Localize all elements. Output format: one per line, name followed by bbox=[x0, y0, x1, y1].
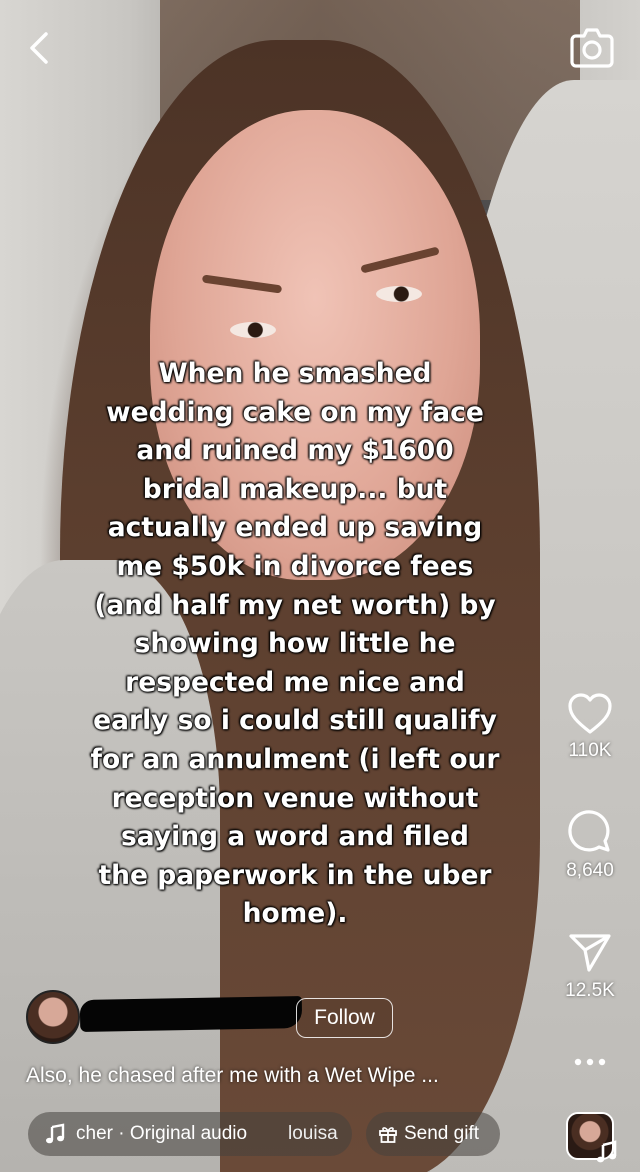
caption-line: early so i could still qualify bbox=[93, 705, 497, 737]
redacted-username bbox=[79, 996, 303, 1032]
caption-line: for an annulment (i left our bbox=[90, 743, 500, 775]
follow-button[interactable]: Follow bbox=[296, 998, 393, 1038]
caption-line: saying a word and filed bbox=[121, 821, 469, 853]
music-note-icon bbox=[596, 1140, 617, 1163]
audio-title: cher · Original audio bbox=[76, 1123, 248, 1144]
post-description[interactable]: Also, he chased after me with a Wet Wipe… bbox=[26, 1064, 439, 1088]
caption-line: (and half my net worth) by bbox=[94, 589, 496, 621]
share-count: 12.5K bbox=[565, 980, 615, 1001]
music-note-icon bbox=[46, 1123, 65, 1144]
like-count: 110K bbox=[568, 740, 612, 761]
send-gift-button[interactable]: Send gift bbox=[366, 1112, 500, 1156]
right-brow bbox=[360, 246, 440, 274]
back-button[interactable] bbox=[22, 28, 58, 68]
gift-icon bbox=[379, 1127, 397, 1143]
left-eye bbox=[230, 322, 276, 338]
caption-line: respected me nice and bbox=[125, 666, 465, 698]
caption-line: showing how little he bbox=[134, 628, 456, 660]
more-horizontal-icon bbox=[574, 1058, 606, 1066]
send-gift-label: Send gift bbox=[404, 1123, 479, 1144]
right-eye bbox=[376, 286, 422, 302]
left-brow bbox=[201, 274, 283, 294]
heart-icon bbox=[568, 693, 612, 734]
author-row: Follow bbox=[26, 990, 426, 1046]
video-caption-overlay: When he smashed wedding cake on my face … bbox=[80, 355, 510, 934]
share-button[interactable]: 12.5K bbox=[548, 930, 632, 1002]
camera-icon bbox=[570, 28, 614, 68]
comment-icon bbox=[568, 810, 610, 852]
caption-line: home). bbox=[242, 898, 348, 930]
comment-count: 8,640 bbox=[566, 860, 614, 881]
audio-pill[interactable]: cher · Original audio louisa bbox=[28, 1112, 352, 1156]
caption-line: When he smashed bbox=[158, 358, 432, 389]
chevron-left-icon bbox=[30, 32, 48, 64]
author-avatar[interactable] bbox=[26, 990, 80, 1044]
like-button[interactable]: 110K bbox=[548, 692, 632, 762]
caption-line: reception venue without bbox=[111, 782, 479, 814]
caption-line: and ruined my $1600 bbox=[136, 435, 454, 467]
caption-line: actually ended up saving bbox=[107, 512, 483, 544]
paper-plane-icon bbox=[569, 934, 611, 972]
caption-line: the paperwork in the uber bbox=[98, 859, 492, 891]
audio-next-title: louisa bbox=[288, 1123, 338, 1144]
caption-line: wedding cake on my face bbox=[106, 396, 484, 428]
caption-line: me $50k in divorce fees bbox=[116, 550, 474, 582]
comment-button[interactable]: 8,640 bbox=[548, 808, 632, 882]
more-options-button[interactable] bbox=[548, 1050, 632, 1074]
caption-line: bridal makeup... but bbox=[142, 473, 448, 505]
camera-button[interactable] bbox=[568, 26, 616, 70]
